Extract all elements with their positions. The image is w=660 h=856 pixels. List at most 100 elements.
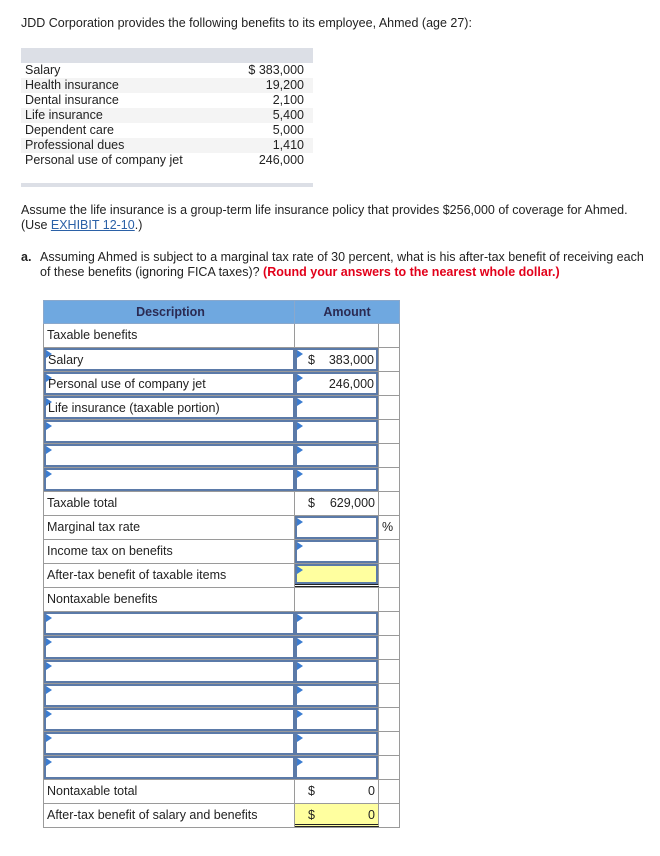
given-amount: 5,400 <box>227 108 313 123</box>
taxable-row: Salary $383,000 <box>43 348 400 372</box>
nontaxable-description-select[interactable] <box>44 756 295 779</box>
taxable-row: Personal use of company jet 246,000 <box>43 372 400 396</box>
dropdown-marker-icon <box>297 662 303 670</box>
given-label: Life insurance <box>21 108 228 123</box>
given-label: Personal use of company jet <box>25 153 183 167</box>
nontaxable-description-select[interactable] <box>44 660 295 683</box>
after-tax-total-value: $0 <box>295 804 379 827</box>
taxable-description-select[interactable] <box>44 444 295 467</box>
taxable-description-select[interactable] <box>44 420 295 443</box>
question-a: a. Assuming Ahmed is subject to a margin… <box>21 250 646 280</box>
dropdown-marker-icon <box>297 614 303 622</box>
nontaxable-row <box>43 732 400 756</box>
given-amount: 246,000 <box>258 153 304 167</box>
taxable-row <box>43 468 400 492</box>
dropdown-marker-icon <box>46 470 52 478</box>
intro-text: JDD Corporation provides the following b… <box>21 16 472 30</box>
dropdown-marker-icon <box>46 638 52 646</box>
taxable-amount-input[interactable]: 246,000 <box>295 372 378 395</box>
header-amount: Amount <box>323 305 371 319</box>
nontaxable-row <box>43 708 400 732</box>
nontaxable-benefits-header-row: Nontaxable benefits <box>43 588 400 612</box>
question-label: a. <box>21 250 32 264</box>
taxable-description-select[interactable] <box>44 468 295 491</box>
nontaxable-benefits-label: Nontaxable benefits <box>44 588 295 611</box>
nontaxable-amount-input[interactable] <box>295 636 378 659</box>
dropdown-marker-icon <box>46 662 52 670</box>
nontaxable-amount-input[interactable] <box>295 684 378 707</box>
nontaxable-total-label: Nontaxable total <box>44 780 295 803</box>
taxable-description-select[interactable]: Salary <box>44 348 295 371</box>
income-tax-row: Income tax on benefits <box>43 540 400 564</box>
dropdown-marker-icon <box>46 734 52 742</box>
given-row: Salary $ 383,000 <box>21 63 313 78</box>
dropdown-marker-icon <box>297 422 303 430</box>
given-amount: 19,200 <box>227 78 313 93</box>
taxable-amount-input[interactable] <box>295 396 378 419</box>
dropdown-marker-icon <box>297 470 303 478</box>
given-label: Health insurance <box>21 78 228 93</box>
taxable-description-select[interactable]: Personal use of company jet <box>44 372 295 395</box>
nontaxable-description-select[interactable] <box>44 732 295 755</box>
given-table-footer <box>21 183 313 187</box>
dropdown-marker-icon <box>46 758 52 766</box>
dropdown-marker-icon <box>46 686 52 694</box>
taxable-amount-input[interactable] <box>295 468 378 491</box>
dropdown-marker-icon <box>297 398 303 406</box>
after-tax-taxable-input[interactable] <box>295 564 378 584</box>
given-row: Health insurance 19,200 <box>21 78 313 93</box>
after-tax-total-row: After-tax benefit of salary and benefits… <box>43 804 400 828</box>
exhibit-link[interactable]: EXHIBIT 12-10 <box>51 218 135 232</box>
taxable-description-select[interactable]: Life insurance (taxable portion) <box>44 396 295 419</box>
taxable-row <box>43 420 400 444</box>
taxable-amount-input[interactable] <box>295 420 378 443</box>
dropdown-marker-icon <box>297 734 303 742</box>
nontaxable-row <box>43 660 400 684</box>
given-label: Dependent care <box>25 123 114 137</box>
taxable-amount-input[interactable]: $383,000 <box>295 348 378 371</box>
given-amount: $ 383,000 <box>248 63 304 77</box>
nontaxable-amount-input[interactable] <box>295 612 378 635</box>
assumption-suffix: .) <box>134 218 143 232</box>
nontaxable-description-select[interactable] <box>44 612 295 635</box>
nontaxable-row <box>43 612 400 636</box>
nontaxable-total-row: Nontaxable total $0 <box>43 780 400 804</box>
nontaxable-row <box>43 756 400 780</box>
taxable-row: Life insurance (taxable portion) <box>43 396 400 420</box>
given-label: Salary <box>25 63 61 77</box>
given-amount: 2,100 <box>272 93 304 107</box>
taxable-amount-input[interactable] <box>295 444 378 467</box>
nontaxable-amount-input[interactable] <box>295 660 378 683</box>
marginal-tax-rate-input[interactable] <box>295 516 378 539</box>
nontaxable-amount-input[interactable] <box>295 756 378 779</box>
assumption-paragraph: Assume the life insurance is a group-ter… <box>21 203 641 233</box>
given-label: Dental insurance <box>25 93 119 107</box>
given-amount: 5,000 <box>272 123 304 137</box>
nontaxable-description-select[interactable] <box>44 636 295 659</box>
percent-unit: % <box>382 520 394 534</box>
nontaxable-description-select[interactable] <box>44 708 295 731</box>
given-row: Dental insurance 2,100 <box>21 93 313 108</box>
dropdown-marker-icon <box>297 566 303 574</box>
dropdown-marker-icon <box>46 710 52 718</box>
given-amount: 1,410 <box>227 138 313 153</box>
nontaxable-amount-input[interactable] <box>295 708 378 731</box>
answer-table: Description Amount Taxable benefits Sala… <box>43 300 400 828</box>
rounding-instruction: (Round your answers to the nearest whole… <box>263 265 560 279</box>
nontaxable-description-select[interactable] <box>44 684 295 707</box>
given-row: Life insurance 5,400 <box>21 108 313 123</box>
dropdown-marker-icon <box>46 422 52 430</box>
dropdown-marker-icon <box>297 350 303 358</box>
after-tax-total-label: After-tax benefit of salary and benefits <box>44 804 295 827</box>
dropdown-marker-icon <box>297 686 303 694</box>
answer-table-header: Description Amount <box>43 300 400 324</box>
given-row: Personal use of company jet 246,000 <box>21 153 313 168</box>
dropdown-marker-icon <box>297 518 303 526</box>
dropdown-marker-icon <box>297 758 303 766</box>
taxable-total-value: $629,000 <box>295 492 379 515</box>
nontaxable-amount-input[interactable] <box>295 732 378 755</box>
income-tax-input[interactable] <box>295 540 378 563</box>
given-benefits-table: Salary $ 383,000 Health insurance 19,200 D… <box>21 48 313 187</box>
dropdown-marker-icon <box>297 638 303 646</box>
given-row: Dependent care 5,000 <box>21 123 313 138</box>
